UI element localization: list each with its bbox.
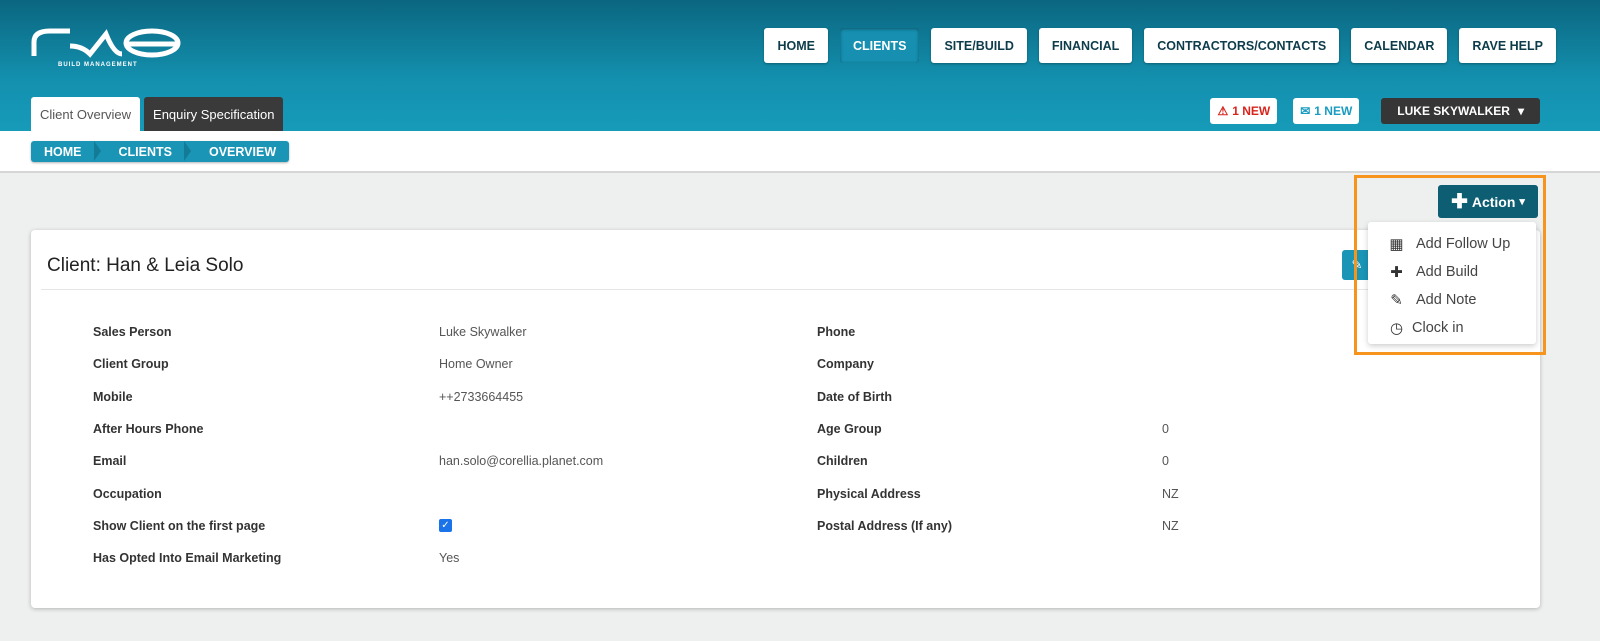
divider bbox=[41, 289, 1530, 290]
field-value: 0 bbox=[1162, 421, 1169, 436]
field-label: After Hours Phone bbox=[93, 421, 204, 436]
notification-area: ⚠ 1 NEW ✉ 1 NEW LUKE SKYWALKER ▾ bbox=[1210, 98, 1540, 124]
field-label: Age Group bbox=[817, 421, 882, 436]
field-label: Show Client on the first page bbox=[93, 518, 266, 533]
field-label: Phone bbox=[817, 325, 856, 339]
breadcrumb-overview[interactable]: OVERVIEW bbox=[185, 141, 289, 162]
caret-down-icon: ▾ bbox=[1517, 104, 1524, 118]
warning-icon: ⚠ bbox=[1217, 104, 1229, 118]
field-label: Company bbox=[817, 357, 874, 372]
field-row: Email han.solo@corellia.planet.com Childre… bbox=[31, 454, 1540, 474]
field-row: Has Opted Into Email Marketing Yes bbox=[31, 551, 1540, 571]
user-menu-button[interactable]: LUKE SKYWALKER ▾ bbox=[1381, 98, 1540, 124]
field-row: After Hours Phone Age Group 0 bbox=[31, 422, 1540, 442]
field-value: NZ bbox=[1162, 518, 1179, 533]
field-value: han.solo@corellia.planet.com bbox=[439, 454, 604, 469]
breadcrumb-clients[interactable]: CLIENTS bbox=[95, 141, 192, 162]
nav-calendar[interactable]: CALENDAR bbox=[1351, 28, 1448, 63]
field-label: Postal Address (If any) bbox=[817, 518, 952, 533]
tab-enquiry-specification[interactable]: Enquiry Specification bbox=[144, 97, 284, 131]
field-value: NZ bbox=[1162, 486, 1179, 501]
tab-client-overview[interactable]: Client Overview bbox=[31, 97, 141, 131]
field-label: Children bbox=[817, 454, 868, 469]
breadcrumb: HOME CLIENTS OVERVIEW bbox=[31, 141, 290, 162]
field-label: Mobile bbox=[93, 389, 133, 404]
client-card: Client: Han & Leia Solo ✎ Sales Person Lu… bbox=[31, 230, 1540, 608]
breadcrumb-home[interactable]: HOME bbox=[31, 141, 100, 162]
highlight-box bbox=[1354, 175, 1546, 355]
field-row: Show Client on the first page ✓ Postal Add… bbox=[93, 518, 1179, 533]
nav-financial[interactable]: FINANCIAL bbox=[1038, 28, 1133, 63]
nav-site-build[interactable]: SITE/BUILD bbox=[931, 28, 1027, 63]
field-value: Luke Skywalker bbox=[439, 325, 527, 339]
field-value: 0 bbox=[1162, 454, 1169, 469]
field-row: Sales Person Luke Skywalker Phone bbox=[31, 325, 1540, 345]
field-row: Occupation Physical Address NZ bbox=[31, 487, 1540, 507]
nav-rave-help[interactable]: RAVE HELP bbox=[1459, 28, 1556, 63]
envelope-icon: ✉ bbox=[1300, 104, 1311, 118]
field-label: Client Group bbox=[93, 357, 169, 372]
field-label: Email bbox=[93, 454, 127, 469]
top-header: BUILD MANAGEMENT HOME CLIENTS SITE/BUILD… bbox=[0, 0, 1600, 131]
field-value: ++2733664455 bbox=[439, 389, 524, 404]
field-label: Occupation bbox=[93, 486, 162, 501]
field-row: Mobile ++2733664455 Date of Birth bbox=[31, 390, 1540, 410]
client-title: Client: Han & Leia Solo bbox=[47, 255, 244, 276]
main-nav: HOME CLIENTS SITE/BUILD FINANCIAL CONTRA… bbox=[764, 28, 1556, 63]
nav-contractors-contacts[interactable]: CONTRACTORS/CONTACTS bbox=[1144, 28, 1340, 63]
field-label: Has Opted Into Email Marketing bbox=[93, 551, 282, 566]
rave-logo[interactable]: BUILD MANAGEMENT bbox=[30, 26, 182, 72]
field-label: Date of Birth bbox=[817, 389, 892, 404]
warning-badge[interactable]: ⚠ 1 NEW bbox=[1210, 98, 1278, 124]
nav-home[interactable]: HOME bbox=[764, 28, 828, 63]
page-tabs: Client Overview Enquiry Specification bbox=[31, 97, 284, 131]
field-value: Yes bbox=[439, 551, 460, 566]
field-label: Sales Person bbox=[93, 325, 172, 339]
field-row: Client Group Home Owner Company bbox=[31, 357, 1540, 377]
nav-clients[interactable]: CLIENTS bbox=[839, 28, 920, 63]
field-label: Physical Address bbox=[817, 486, 921, 501]
field-value: Home Owner bbox=[439, 357, 513, 372]
mail-badge[interactable]: ✉ 1 NEW bbox=[1293, 98, 1360, 124]
